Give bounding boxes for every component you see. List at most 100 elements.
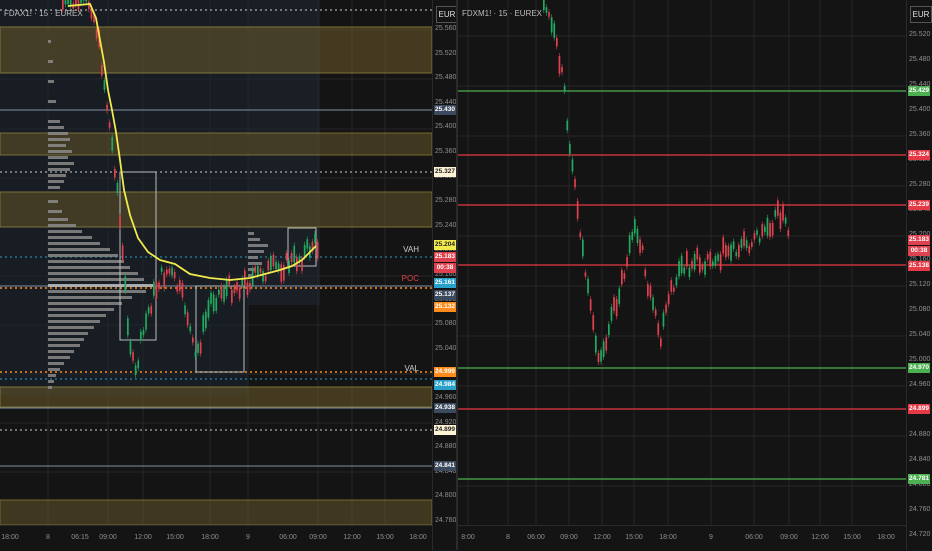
candle-body xyxy=(688,267,691,277)
candle-body xyxy=(150,306,153,314)
price-tag: 25.137 xyxy=(434,290,456,300)
candle-body xyxy=(740,238,743,248)
candle-body xyxy=(589,299,592,311)
price-tick-label: 24.760 xyxy=(435,517,457,524)
candle-body xyxy=(202,315,205,332)
candle-body xyxy=(566,120,569,131)
right-symbol-title[interactable]: FDXM1! · 15 · EUREX xyxy=(462,9,543,18)
time-tick-label: 9 xyxy=(246,534,250,541)
candle-body xyxy=(735,252,738,257)
price-tick-label: 24.960 xyxy=(909,381,931,388)
candle-body xyxy=(693,253,696,270)
candle-body xyxy=(173,271,176,279)
left-symbol-title[interactable]: FDAX1! · 15 · EUREX xyxy=(4,9,83,18)
candle-body xyxy=(67,0,69,5)
candle-body xyxy=(652,297,654,311)
right-time-axis[interactable]: 8:00 8 06:00 09:00 12:00 15:00 18:00 9 06:00 09:0… xyxy=(458,525,906,551)
candle-body xyxy=(142,329,145,336)
candle-body xyxy=(85,0,88,2)
right-level-lines xyxy=(458,90,906,480)
price-tick-label: 25.040 xyxy=(435,344,457,352)
time-tick-label: 06:00 xyxy=(279,534,297,541)
candle-body xyxy=(623,273,626,280)
candle-body xyxy=(548,12,550,17)
price-tick-label: 24.840 xyxy=(909,456,931,463)
time-tick-label: 12:00 xyxy=(811,534,829,541)
left-currency-button[interactable]: EUR xyxy=(436,6,458,23)
time-tick-label: 06:15 xyxy=(71,534,89,541)
candle-body xyxy=(114,168,116,178)
candle-body xyxy=(602,341,605,357)
candle-body xyxy=(210,292,212,304)
candle-body xyxy=(587,278,589,294)
val-label: VAL xyxy=(404,364,419,373)
candle-body xyxy=(748,246,751,253)
candle-body xyxy=(662,312,665,327)
candle-body xyxy=(280,264,283,282)
candle-body xyxy=(223,286,225,302)
candle-body xyxy=(225,279,228,297)
price-tag: 25.430 xyxy=(434,105,456,115)
price-tag: 24.781 xyxy=(908,474,930,484)
vah-label: VAH xyxy=(403,245,419,254)
right-chart-svg[interactable]: FDXM1! · 15 · EUREX xyxy=(458,0,906,550)
price-tick-label: 24.720 xyxy=(909,531,931,538)
time-tick-label: 8:00 xyxy=(461,534,475,541)
candle-body xyxy=(168,268,171,274)
candle-body xyxy=(712,261,714,266)
poc-label: POC xyxy=(402,274,420,283)
candle-body xyxy=(155,281,158,299)
price-tick-label: 24.880 xyxy=(435,443,457,451)
candle-body xyxy=(701,264,704,270)
candle-body xyxy=(207,300,210,318)
candle-body xyxy=(257,266,259,276)
candle-body xyxy=(124,276,127,292)
time-tick-label: 09:00 xyxy=(560,534,578,541)
left-chart-svg[interactable]: VAH POC VAL FDAX1! · 15 · EUREX xyxy=(0,0,432,550)
candle-body xyxy=(610,306,613,321)
price-tag: 24.970 xyxy=(908,363,930,373)
price-tick-label: 25.560 xyxy=(435,25,457,32)
right-currency-button[interactable]: EUR xyxy=(910,6,932,23)
candle-body xyxy=(621,270,623,285)
price-tag: 24.984 xyxy=(434,380,456,390)
candle-body xyxy=(582,239,584,257)
candle-body xyxy=(179,280,181,291)
candle-body xyxy=(88,1,90,10)
candle-body xyxy=(675,277,678,286)
candle-body xyxy=(600,350,602,362)
price-tag: 24.938 xyxy=(434,403,456,413)
price-tag: 25.324 xyxy=(908,150,930,160)
price-tag: 25.327 xyxy=(434,167,456,177)
left-time-axis[interactable]: 18:00 8 06:15 09:00 12:00 15:00 18:00 9 06:00 09:… xyxy=(0,525,432,551)
time-tick-label: 15:00 xyxy=(625,534,643,541)
candle-body xyxy=(192,337,194,343)
price-tick-label: 25.360 xyxy=(909,131,931,138)
left-price-axis-column[interactable]: EUR 25.560 25.520 25.480 25.440 25.400 25.360… xyxy=(432,0,459,550)
candle-body xyxy=(140,331,142,341)
candle-body xyxy=(678,261,680,277)
candle-body xyxy=(80,0,82,4)
candle-body xyxy=(272,254,275,267)
time-tick-label: 9 xyxy=(709,534,713,541)
candle-body xyxy=(238,287,241,299)
candle-body xyxy=(576,200,579,219)
candle-body xyxy=(267,260,270,271)
candle-body xyxy=(777,200,779,216)
price-tick-label: 25.040 xyxy=(909,331,931,338)
right-price-axis-column[interactable]: EUR 25.52025.48025.44025.40025.36025.320… xyxy=(906,0,932,550)
pane-divider[interactable] xyxy=(456,0,458,550)
candle-body xyxy=(571,159,574,172)
time-tick-label: 12:00 xyxy=(134,534,152,541)
candle-body xyxy=(771,222,774,236)
candle-body xyxy=(181,282,184,298)
candle-body xyxy=(699,257,701,273)
candle-body xyxy=(137,360,140,369)
candle-body xyxy=(275,261,277,270)
candle-body xyxy=(127,318,129,336)
left-chart-pane[interactable]: VAH POC VAL FDAX1! · 15 · EUREX xyxy=(0,0,432,550)
time-tick-label: 18:00 xyxy=(659,534,677,541)
candle-body xyxy=(595,335,597,353)
candle-body xyxy=(218,289,220,295)
right-chart-pane[interactable]: FDXM1! · 15 · EUREX xyxy=(458,0,906,550)
